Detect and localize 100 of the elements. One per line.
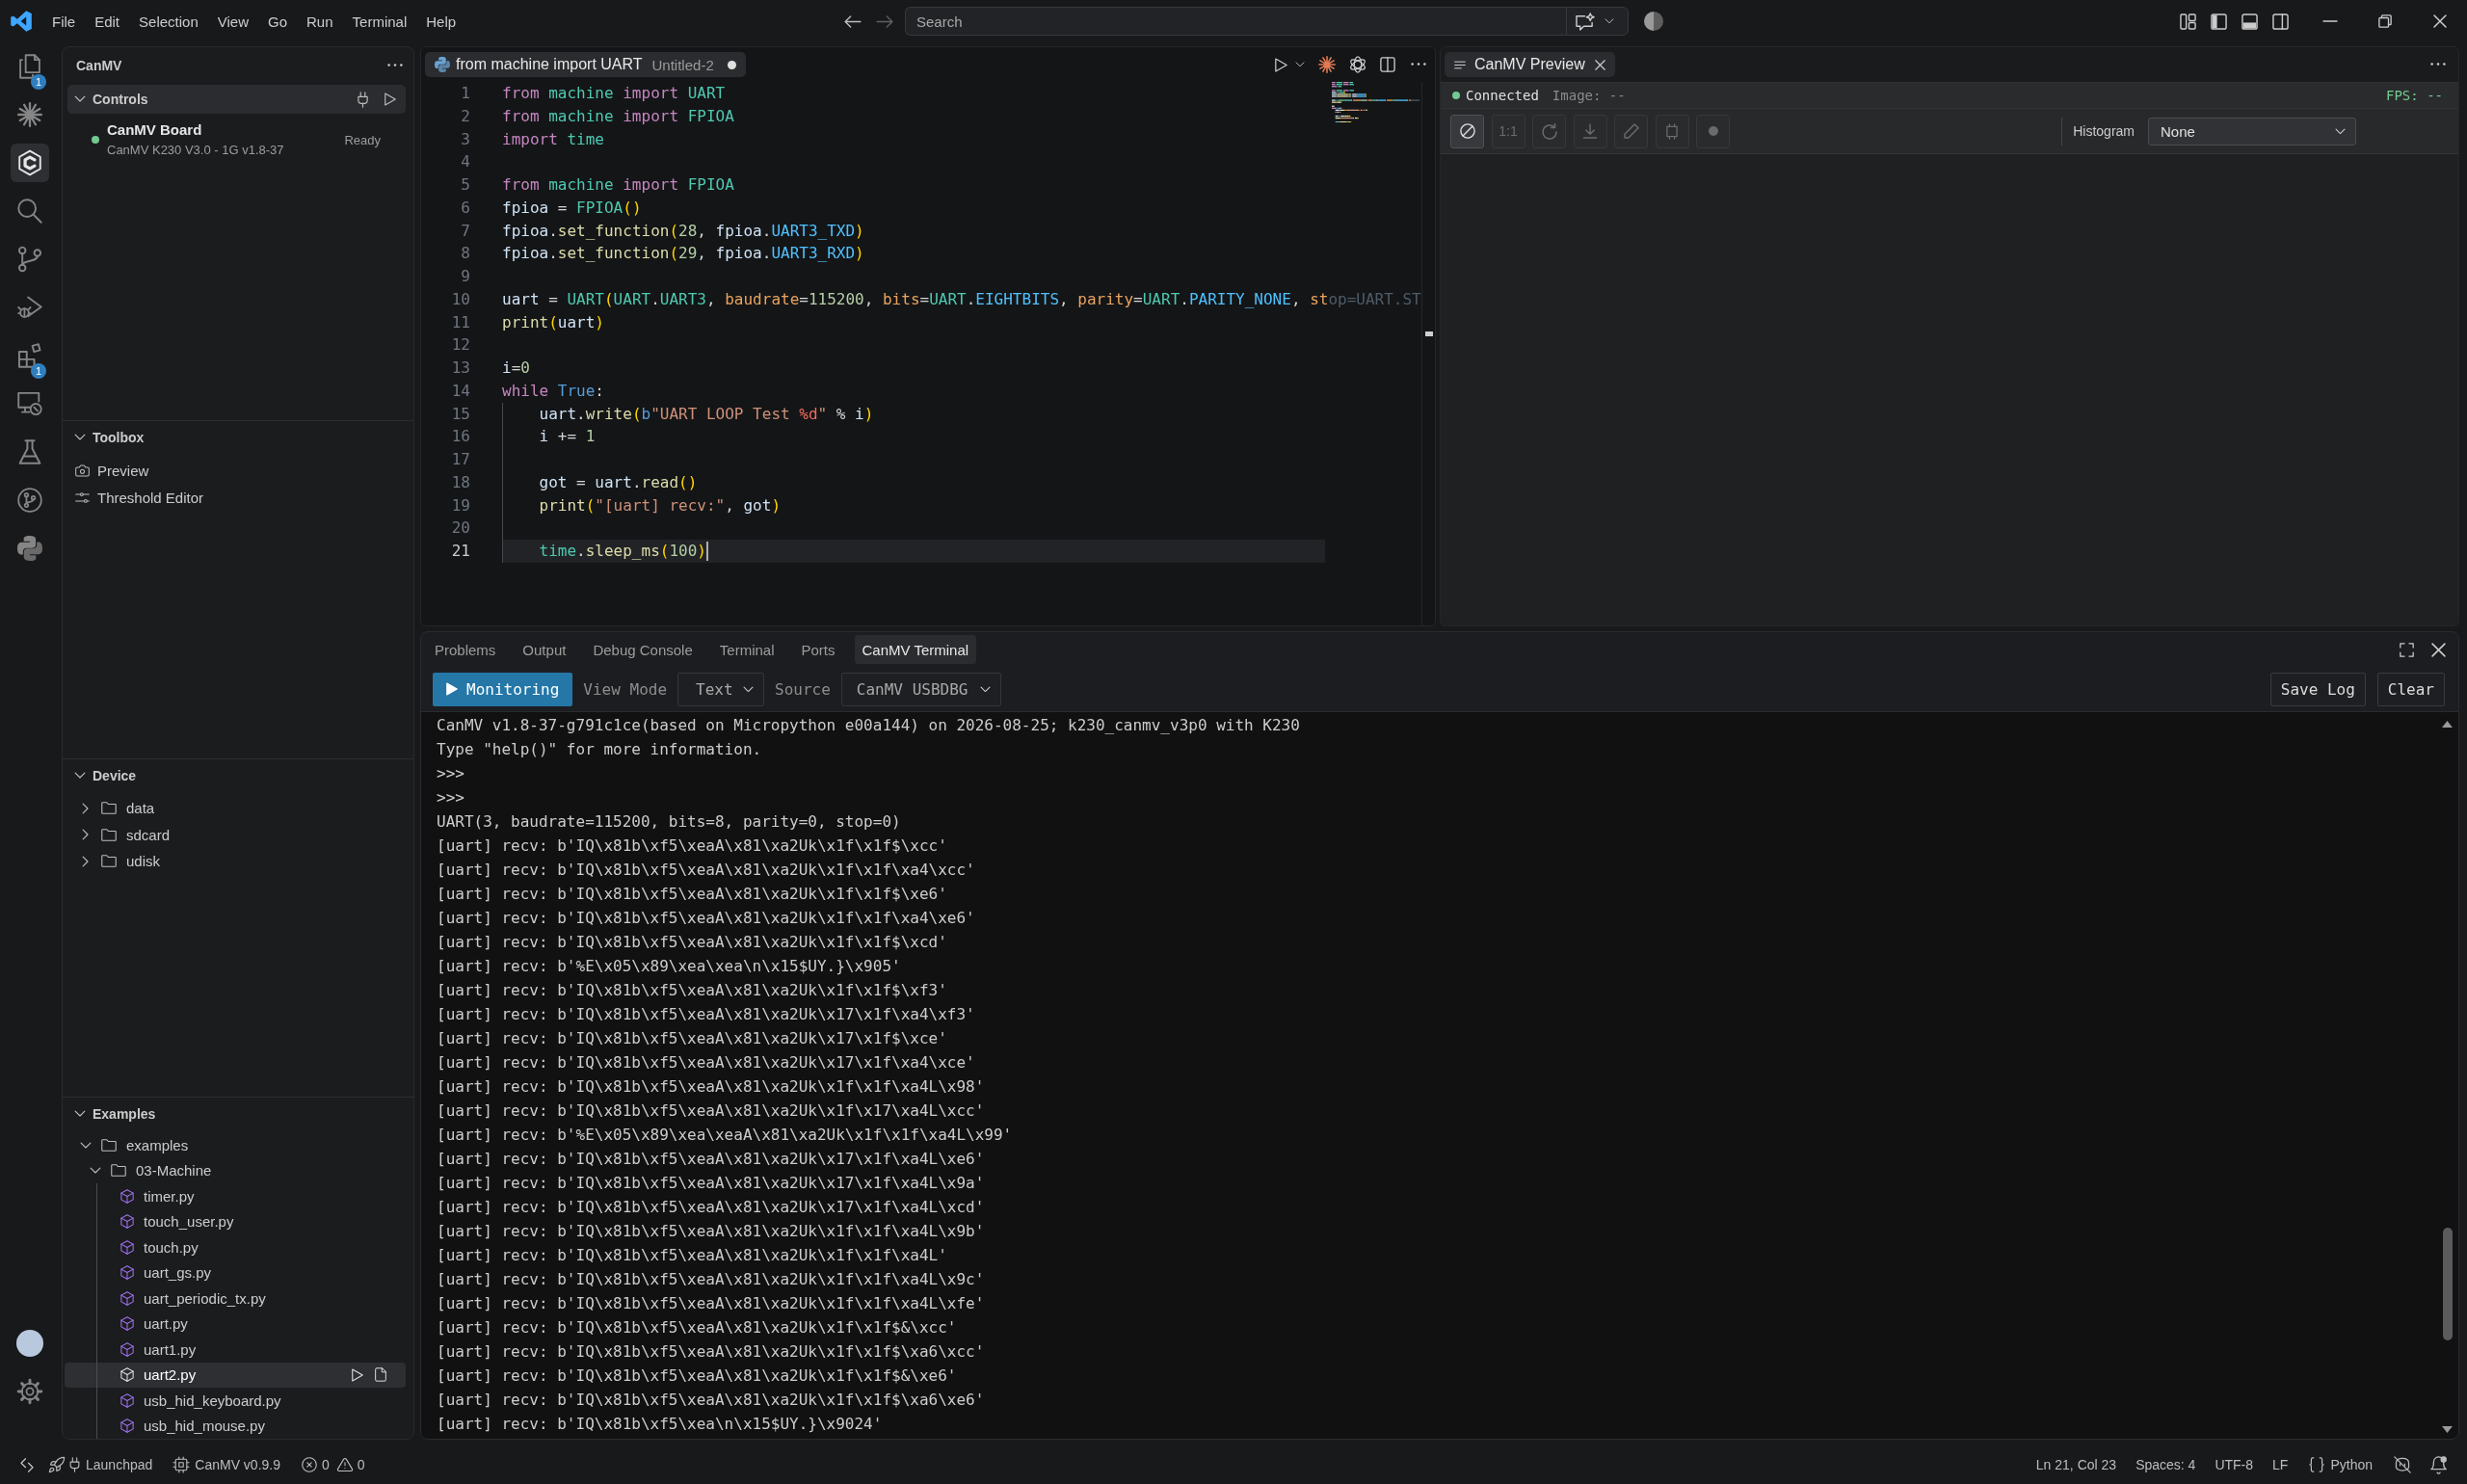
section-header[interactable]: Toolbox	[67, 423, 406, 452]
code-line: i += 1	[539, 426, 596, 448]
histogram-select[interactable]: None	[2148, 117, 2356, 146]
board-name: CanMV Board	[107, 120, 202, 140]
menu-item[interactable]: Run	[297, 8, 343, 35]
section-header[interactable]: Device	[67, 761, 406, 790]
more-icon[interactable]	[2430, 63, 2446, 66]
folder-item[interactable]: data	[65, 795, 406, 822]
play-icon[interactable]	[352, 1367, 363, 1382]
folder-item[interactable]: sdcard	[65, 821, 406, 848]
minimap-drawing[interactable]	[1331, 82, 1419, 123]
sidebar-right-icon[interactable]	[2271, 13, 2289, 30]
source-select[interactable]: CanMV USBDBG	[840, 672, 1001, 706]
shaded-circle-icon[interactable]	[1644, 12, 1663, 31]
menu-item[interactable]: Edit	[85, 8, 130, 35]
file-icon[interactable]	[375, 1367, 386, 1383]
toolbox-item[interactable]: Preview	[65, 457, 406, 484]
menu-item[interactable]: Terminal	[342, 8, 417, 35]
extension-status[interactable]: CanMV v0.9.9	[173, 1457, 280, 1472]
play-icon[interactable]	[385, 93, 396, 106]
close-icon[interactable]	[1594, 59, 1605, 70]
crossed-face-icon[interactable]	[2394, 1456, 2411, 1473]
script-entry[interactable]: touch.py	[65, 1234, 406, 1260]
more-icon[interactable]	[1411, 63, 1426, 66]
play-icon[interactable]	[1275, 57, 1287, 72]
avatar-icon[interactable]	[16, 1330, 43, 1357]
monitoring-button[interactable]: Monitoring	[433, 672, 573, 706]
toolbox-item[interactable]: Threshold Editor	[65, 484, 406, 511]
cube-icon	[120, 1392, 134, 1408]
script-entry[interactable]: usb_hid_keyboard.py	[65, 1388, 406, 1414]
menu-item[interactable]: View	[207, 8, 258, 35]
preview-tab[interactable]: CanMV Preview	[1445, 52, 1615, 77]
folder-item[interactable]: 03-Machine	[65, 1157, 406, 1183]
panel-bottom-icon[interactable]	[2241, 13, 2258, 30]
minimize-icon[interactable]	[2322, 20, 2337, 22]
script-entry[interactable]: uart1.py	[65, 1337, 406, 1363]
folder-item[interactable]: udisk	[65, 848, 406, 875]
restore-icon[interactable]	[2377, 14, 2392, 28]
panel-tab[interactable]: CanMV Terminal	[854, 635, 977, 664]
problems-status[interactable]: 0 0	[302, 1457, 365, 1472]
script-entry[interactable]: uart.py	[65, 1311, 406, 1337]
terminal-line: [uart] recv: b'IQ\x81b\xf5\xeaA\x81\xa2Uk\x1f\x1f$\xcd'	[437, 932, 947, 953]
view-mode-select[interactable]: Text	[677, 672, 765, 706]
panel-tab[interactable]: Debug Console	[585, 635, 701, 664]
menu-item[interactable]: Help	[416, 8, 466, 35]
bell-dot-icon[interactable]	[2430, 1456, 2448, 1473]
menu-item[interactable]: Selection	[129, 8, 208, 35]
arrow-left-icon[interactable]	[844, 14, 862, 28]
panel-tab[interactable]: Terminal	[711, 635, 783, 664]
settings-icon[interactable]	[17, 1379, 42, 1404]
chevron-down-icon[interactable]	[1295, 62, 1305, 67]
connection-status: Connected	[1466, 88, 1539, 103]
script-entry[interactable]: uart2.py	[65, 1362, 406, 1388]
panel-tab[interactable]: Ports	[793, 635, 843, 664]
atom-icon[interactable]	[1349, 56, 1366, 73]
layout-panels-icon[interactable]	[2179, 13, 2196, 30]
scroll-down-icon[interactable]	[2442, 1426, 2453, 1433]
panel-tab[interactable]: Problems	[427, 635, 504, 664]
search-field[interactable]: Search	[905, 7, 1566, 36]
folder-item[interactable]: examples	[65, 1132, 406, 1158]
split-editor-icon[interactable]	[1380, 57, 1395, 72]
play-bug-icon	[17, 295, 42, 320]
angle-brackets-icon[interactable]	[20, 1457, 34, 1472]
line-ending-status[interactable]: LF	[2272, 1457, 2289, 1472]
monitor-icon	[17, 391, 42, 416]
chevron-down-icon	[743, 685, 755, 693]
maximize-icon[interactable]	[2400, 642, 2414, 657]
toolbar-button[interactable]	[1450, 114, 1484, 148]
script-entry[interactable]: timer.py	[65, 1183, 406, 1209]
sidebar-left-icon[interactable]	[2210, 13, 2227, 30]
section-header[interactable]: Examples	[67, 1100, 406, 1128]
activity-button[interactable]	[11, 144, 49, 182]
editor-tab[interactable]: from machine import UART Untitled-2	[425, 52, 746, 77]
menu-item[interactable]: File	[42, 8, 86, 35]
cursor-position[interactable]: Ln 21, Col 23	[2035, 1457, 2117, 1472]
encoding-status[interactable]: UTF-8	[2215, 1457, 2254, 1472]
script-entry[interactable]: uart_periodic_tx.py	[65, 1285, 406, 1312]
indentation-status[interactable]: Spaces: 4	[2135, 1457, 2196, 1472]
sparkle-icon[interactable]	[1318, 56, 1336, 73]
chat-button[interactable]	[1566, 7, 1629, 36]
panel-tab[interactable]: Output	[515, 635, 574, 664]
modified-dot-icon[interactable]	[727, 60, 736, 69]
section-header[interactable]: Controls	[67, 85, 406, 114]
script-entry[interactable]: touch_user.py	[65, 1208, 406, 1234]
scrollbar-thumb[interactable]	[2443, 1228, 2453, 1340]
close-icon[interactable]	[2431, 642, 2446, 657]
more-icon[interactable]	[387, 63, 403, 67]
close-icon[interactable]	[2432, 14, 2447, 28]
menu-item[interactable]: Go	[258, 8, 297, 35]
launchpad-status[interactable]: Launchpad	[49, 1457, 153, 1472]
clear-button[interactable]: Clear	[2376, 672, 2445, 706]
line-number: 12	[451, 335, 470, 355]
files-icon	[17, 54, 42, 79]
save-log-button[interactable]: Save Log	[2269, 672, 2366, 706]
scroll-up-icon[interactable]	[2442, 721, 2453, 728]
language-status[interactable]: Python	[2309, 1457, 2373, 1472]
script-entry[interactable]: usb_hid_mouse.py	[65, 1413, 406, 1439]
script-entry[interactable]: uart_gs.py	[65, 1259, 406, 1285]
plug-icon[interactable]	[358, 91, 368, 108]
line-number: 18	[451, 472, 470, 491]
